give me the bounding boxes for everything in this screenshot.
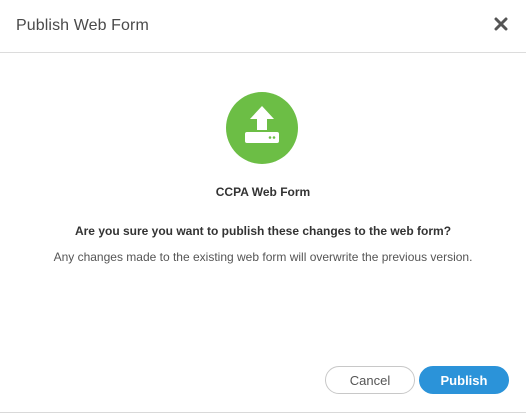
publish-button[interactable]: Publish [419,366,509,394]
upload-icon [226,92,298,164]
confirm-question: Are you sure you want to publish these c… [74,224,452,238]
dialog-header: Publish Web Form [0,0,526,53]
close-icon[interactable] [494,17,508,31]
form-name: CCPA Web Form [215,185,311,199]
dialog-title: Publish Web Form [16,17,149,34]
publish-web-form-dialog: Publish Web Form CCPA Web Form Are you s… [0,0,526,413]
cancel-button[interactable]: Cancel [325,366,415,394]
overwrite-note: Any changes made to the existing web for… [53,250,473,264]
